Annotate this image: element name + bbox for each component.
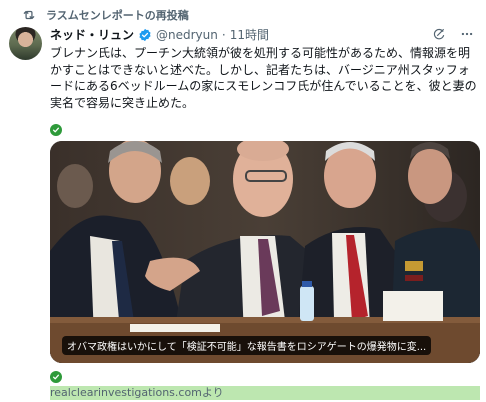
header-actions <box>432 27 474 41</box>
avatar[interactable] <box>9 27 42 60</box>
more-icon[interactable] <box>460 27 474 41</box>
card-image <box>50 141 480 363</box>
grok-icon[interactable] <box>432 27 446 41</box>
author-name[interactable]: ネッド・リュン <box>50 26 134 43</box>
timestamp[interactable]: 11時間 <box>230 26 269 43</box>
check-icon <box>50 371 62 383</box>
tweet-header: ネッド・リュン @nedryun · 11時間 <box>50 26 474 43</box>
verified-badge-icon <box>139 28 151 41</box>
source-link[interactable]: realclearinvestigations.comより <box>50 386 480 400</box>
tweet-text: ブレナン氏は、プーチン大統領が彼を処刑する可能性があるため、情報源を明かすことは… <box>50 46 477 110</box>
link-card[interactable]: オバマ政権はいかにして「検証不可能」な報告書をロシアゲートの爆発物に変... <box>50 141 480 363</box>
author-handle[interactable]: @nedryun <box>156 28 218 42</box>
separator: · <box>221 27 226 42</box>
card-caption[interactable]: オバマ政権はいかにして「検証不可能」な報告書をロシアゲートの爆発物に変... <box>62 336 432 355</box>
retweet-icon <box>23 10 35 20</box>
retweet-label: ラスムセンレポートの再投稿 <box>46 9 189 22</box>
check-icon <box>50 124 62 136</box>
retweet-indicator[interactable]: ラスムセンレポートの再投稿 <box>22 7 189 23</box>
